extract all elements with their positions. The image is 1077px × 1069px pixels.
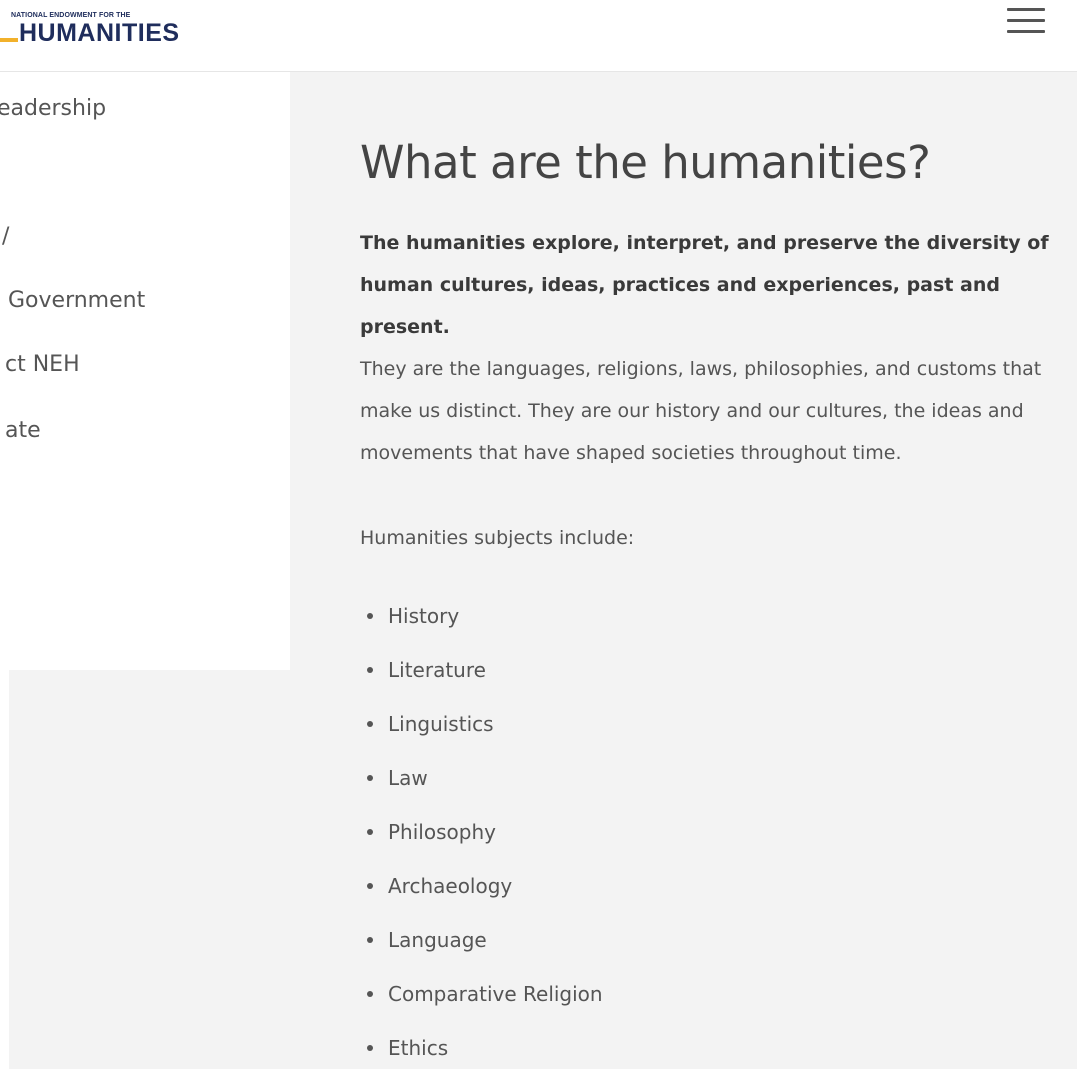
list-item: Law	[360, 757, 603, 811]
side-menu-item-contact-neh[interactable]: ct NEH	[5, 352, 80, 377]
list-item-label: Literature	[388, 658, 486, 682]
list-item-label: Ethics	[388, 1036, 449, 1060]
side-menu-item-donate[interactable]: ate	[5, 418, 41, 443]
list-item-label: Language	[388, 928, 487, 952]
list-item: Linguistics	[360, 703, 603, 757]
hamburger-menu-icon[interactable]	[1005, 6, 1047, 36]
subjects-list: History Literature Linguistics Law Philo…	[360, 595, 603, 1069]
list-item: Archaeology	[360, 865, 603, 919]
bullet-icon	[367, 883, 373, 889]
body-paragraph: They are the languages, religions, laws,…	[360, 358, 1042, 464]
list-item-label: Law	[388, 766, 428, 790]
bullet-icon	[367, 667, 373, 673]
hamburger-line	[1007, 19, 1045, 22]
page: NATIONAL ENDOWMENT FOR THE HUMANITIES ea…	[0, 0, 1077, 1069]
logo-main-text: HUMANITIES	[19, 19, 180, 47]
side-navigation-menu: eadership / Government ct NEH ate	[0, 72, 290, 670]
side-menu-item-partial[interactable]: /	[2, 224, 9, 249]
list-item: History	[360, 595, 603, 649]
list-item: Language	[360, 919, 603, 973]
bullet-icon	[367, 829, 373, 835]
list-item-label: Comparative Religion	[388, 982, 603, 1006]
side-menu-item-government[interactable]: Government	[8, 288, 145, 313]
list-item-label: Archaeology	[388, 874, 513, 898]
bullet-icon	[367, 613, 373, 619]
site-header: NATIONAL ENDOWMENT FOR THE HUMANITIES	[0, 0, 1077, 72]
list-item: Comparative Religion	[360, 973, 603, 1027]
side-menu-item-leadership[interactable]: eadership	[0, 96, 106, 121]
bullet-icon	[367, 937, 373, 943]
list-item: Philosophy	[360, 811, 603, 865]
neh-logo[interactable]: NATIONAL ENDOWMENT FOR THE HUMANITIES	[0, 10, 220, 50]
list-item: Ethics	[360, 1027, 603, 1069]
page-title: What are the humanities?	[360, 136, 931, 189]
hamburger-line	[1007, 8, 1045, 11]
lead-paragraph: The humanities explore, interpret, and p…	[360, 232, 1049, 338]
list-item-label: Linguistics	[388, 712, 494, 736]
bullet-icon	[367, 991, 373, 997]
bullet-icon	[367, 1045, 373, 1051]
logo-gold-bar	[0, 38, 18, 42]
hamburger-line	[1007, 30, 1045, 33]
logo-top-text: NATIONAL ENDOWMENT FOR THE	[11, 12, 131, 19]
list-item-label: Philosophy	[388, 820, 496, 844]
list-item-label: History	[388, 604, 460, 628]
subjects-intro: Humanities subjects include:	[360, 527, 635, 549]
bullet-icon	[367, 721, 373, 727]
bullet-icon	[367, 775, 373, 781]
list-item: Literature	[360, 649, 603, 703]
